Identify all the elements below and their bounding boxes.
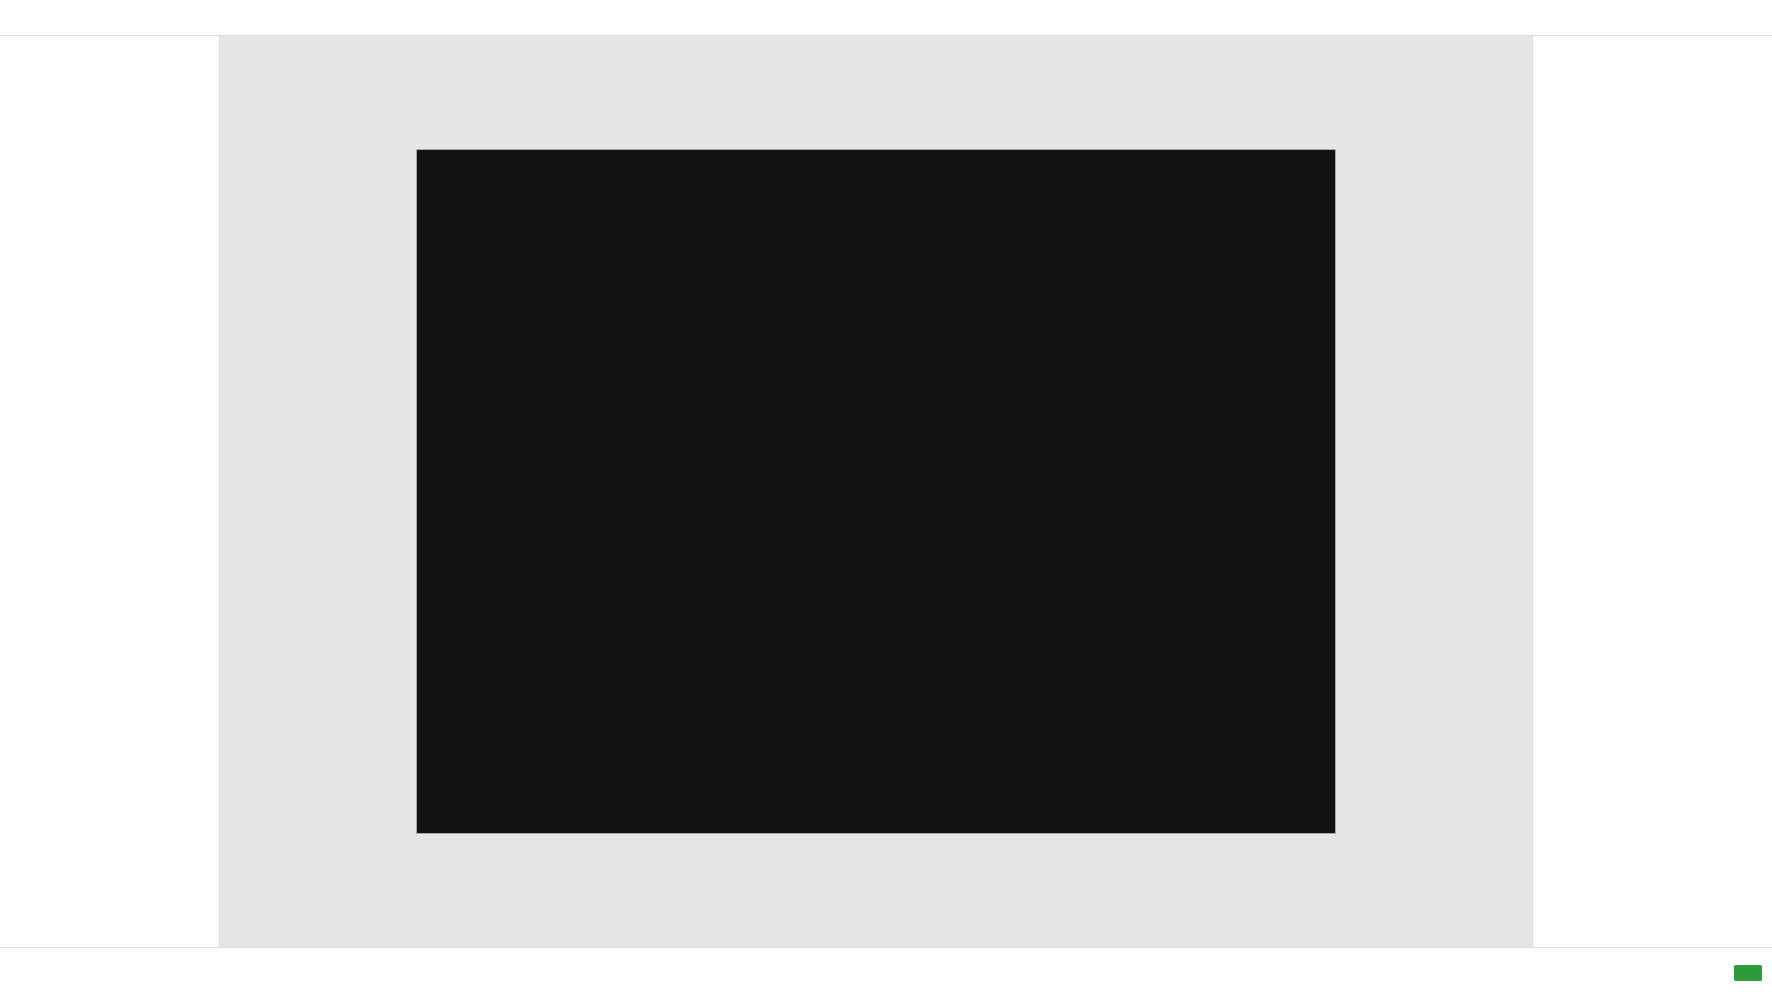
main-area (0, 36, 1772, 947)
add-to-cart-button[interactable] (1734, 964, 1762, 981)
calendar-page[interactable] (415, 148, 1337, 835)
bottom-bar (0, 947, 1772, 997)
calendar-canvas (220, 36, 1532, 947)
settings-panel (1532, 36, 1772, 947)
file-browser-panel (0, 36, 220, 947)
title-bar (0, 0, 1772, 36)
app-window (0, 0, 1772, 997)
